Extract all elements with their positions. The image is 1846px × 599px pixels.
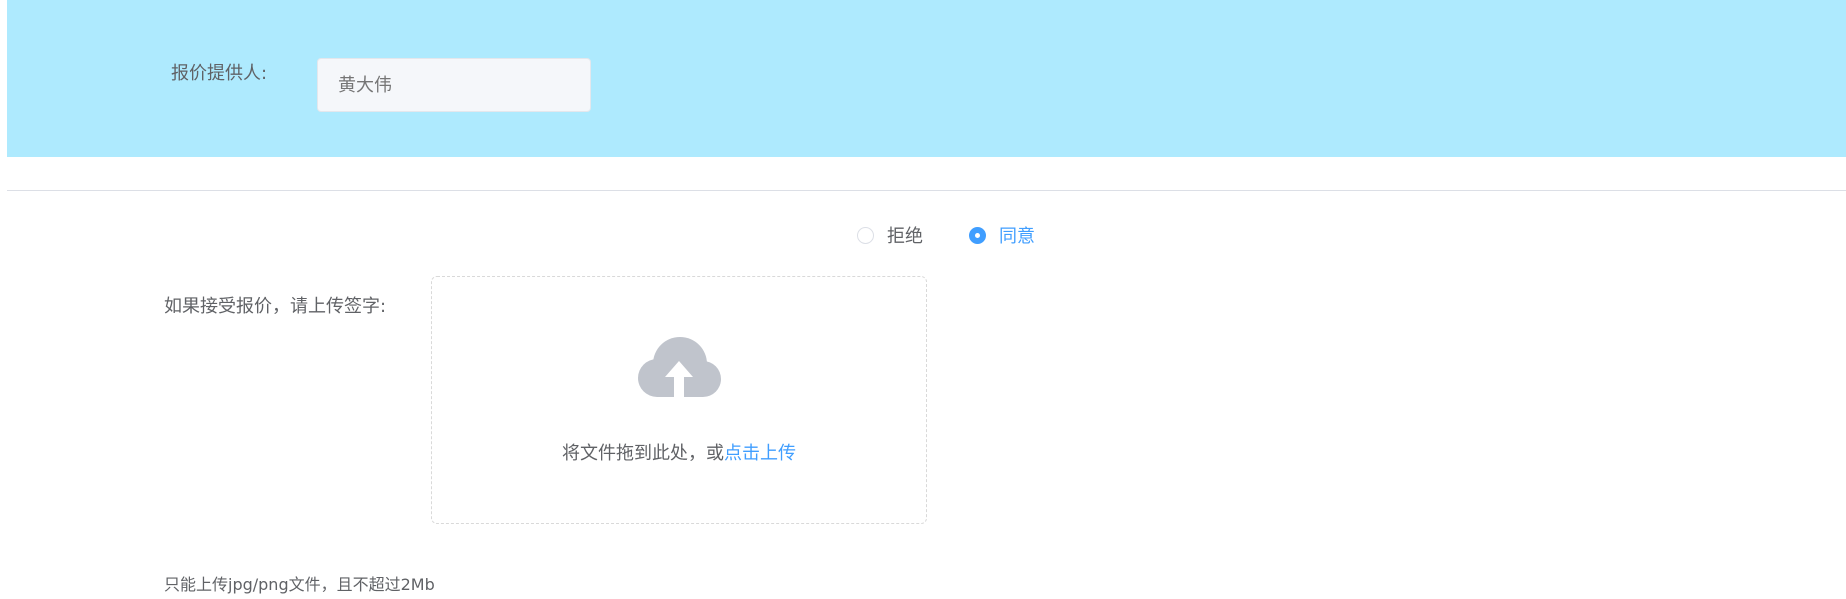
header-band: 报价提供人: xyxy=(7,0,1846,157)
divider xyxy=(7,190,1846,191)
upload-tip: 只能上传jpg/png文件，且不超过2Mb xyxy=(164,575,435,594)
upload-click-link[interactable]: 点击上传 xyxy=(724,443,796,464)
provider-input[interactable] xyxy=(317,58,591,112)
upload-drop-text: 将文件拖到此处，或 xyxy=(562,443,724,464)
signature-upload-label: 如果接受报价，请上传签字: xyxy=(164,296,387,317)
cloud-upload-icon xyxy=(638,337,721,397)
radio-agree-circle[interactable] xyxy=(969,226,986,244)
upload-dropzone[interactable]: 将文件拖到此处，或点击上传 xyxy=(431,276,927,524)
radio-reject[interactable]: 拒绝 xyxy=(857,222,923,248)
radio-agree-label: 同意 xyxy=(999,226,1035,247)
radio-reject-circle[interactable] xyxy=(857,226,874,244)
radio-reject-label: 拒绝 xyxy=(887,226,923,247)
upload-text: 将文件拖到此处，或点击上传 xyxy=(432,439,926,465)
provider-label: 报价提供人: xyxy=(171,63,268,84)
radio-agree[interactable]: 同意 xyxy=(969,222,1035,248)
